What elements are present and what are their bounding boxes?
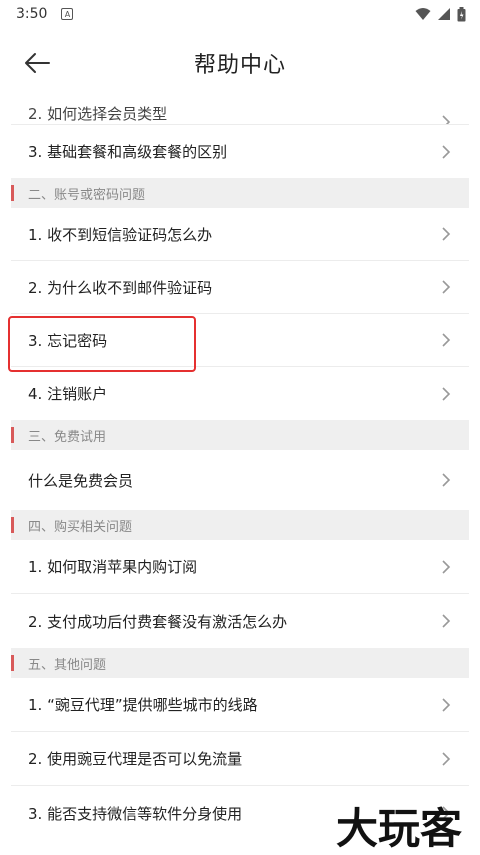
chevron-right-icon (442, 115, 451, 124)
list-item[interactable]: 3. 基础套餐和高级套餐的区别 (11, 125, 469, 178)
list-item[interactable]: 2. 支付成功后付费套餐没有激活怎么办 (11, 594, 469, 648)
battery-icon (457, 6, 466, 21)
list-item-label: 2. 如何选择会员类型 (28, 105, 168, 123)
list-item-label: 1. 如何取消苹果内购订阅 (28, 558, 198, 576)
status-bar: 3:50 A (0, 0, 480, 28)
list-item-label: 3. 能否支持微信等软件分身使用 (28, 804, 243, 823)
list-item[interactable]: 4. 注销账户 (11, 367, 469, 420)
list-item-label: 什么是免费会员 (28, 471, 134, 490)
list-item[interactable]: 1. 如何取消苹果内购订阅 (11, 540, 469, 594)
help-list: 2. 如何选择会员类型 3. 基础套餐和高级套餐的区别 二、账号或密码问题 1.… (11, 98, 469, 840)
status-time: 3:50 (16, 6, 48, 22)
chevron-right-icon (442, 333, 451, 347)
back-button[interactable] (20, 48, 54, 78)
status-icons (415, 6, 466, 22)
watermark-logo: 大玩客 (336, 804, 462, 853)
list-item-label: 1. “豌豆代理”提供哪些城市的线路 (28, 696, 258, 714)
list-item[interactable]: 2. 为什么收不到邮件验证码 (11, 261, 469, 314)
notification-icon: A (61, 8, 74, 20)
section-header-account: 二、账号或密码问题 (11, 178, 469, 208)
chevron-right-icon (442, 144, 451, 159)
section-header-free-trial: 三、免费试用 (11, 420, 469, 450)
list-item-label: 3. 基础套餐和高级套餐的区别 (28, 143, 228, 161)
list-item[interactable]: 2. 使用豌豆代理是否可以免流量 (11, 732, 469, 786)
chevron-right-icon (442, 227, 451, 241)
list-item-label: 2. 支付成功后付费套餐没有激活怎么办 (28, 612, 288, 631)
section-header-other: 五、其他问题 (11, 648, 469, 678)
list-item[interactable]: 什么是免费会员 (11, 450, 469, 510)
list-item-label: 2. 为什么收不到邮件验证码 (28, 278, 213, 297)
chevron-right-icon (442, 751, 451, 766)
list-item-forgot-password[interactable]: 3. 忘记密码 (11, 314, 469, 367)
list-item[interactable]: 1. “豌豆代理”提供哪些城市的线路 (11, 678, 469, 732)
chevron-right-icon (442, 559, 451, 574)
section-header-purchase: 四、购买相关问题 (11, 510, 469, 540)
wifi-icon (415, 8, 431, 20)
chevron-right-icon (442, 473, 451, 487)
chevron-right-icon (442, 697, 451, 712)
arrow-left-icon (25, 53, 50, 73)
list-item-label: 2. 使用豌豆代理是否可以免流量 (28, 750, 243, 768)
list-item-label: 3. 忘记密码 (28, 331, 108, 350)
watermark-text: 大玩客 (336, 804, 462, 853)
page-title: 帮助中心 (193, 53, 286, 78)
app-header: 帮助中心 (0, 28, 480, 98)
chevron-right-icon (442, 614, 451, 628)
list-item-label: 4. 注销账户 (28, 385, 108, 403)
chevron-right-icon (442, 280, 451, 294)
chevron-right-icon (442, 386, 451, 401)
list-item-label: 1. 收不到短信验证码怎么办 (28, 225, 213, 244)
list-item[interactable]: 1. 收不到短信验证码怎么办 (11, 208, 469, 261)
list-item[interactable]: 2. 如何选择会员类型 (11, 98, 469, 125)
signal-icon (438, 8, 450, 20)
